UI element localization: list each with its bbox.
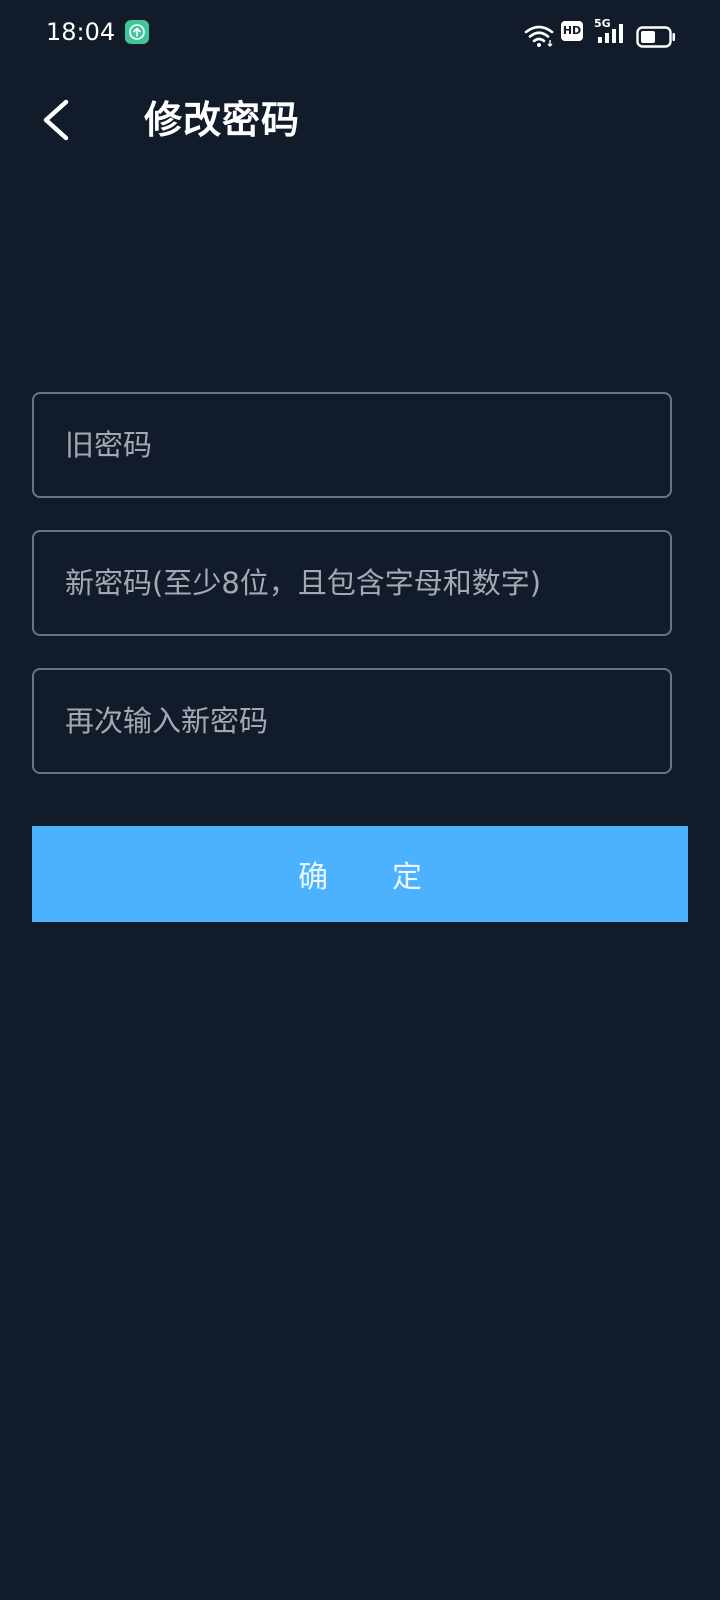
confirm-password-input[interactable] — [34, 670, 670, 772]
confirm-button[interactable]: 确定 — [32, 826, 688, 922]
app-notification-icon — [125, 20, 149, 44]
status-time: 18:04 — [46, 18, 116, 46]
chevron-left-icon[interactable] — [36, 98, 76, 142]
new-password-field — [32, 530, 672, 636]
confirm-button-label: 确定 — [298, 860, 486, 895]
old-password-input[interactable] — [34, 394, 670, 496]
wifi-icon — [524, 25, 554, 47]
new-password-input[interactable] — [34, 532, 670, 634]
status-bar: 18:04 HD 5G — [0, 0, 720, 64]
page-title: 修改密码 — [144, 98, 301, 142]
battery-icon — [636, 26, 675, 48]
hd-icon: HD — [561, 21, 583, 41]
confirm-password-field — [32, 668, 672, 774]
old-password-field — [32, 392, 672, 498]
signal-5g-icon: 5G — [594, 18, 626, 44]
hd-label: HD — [562, 24, 582, 37]
